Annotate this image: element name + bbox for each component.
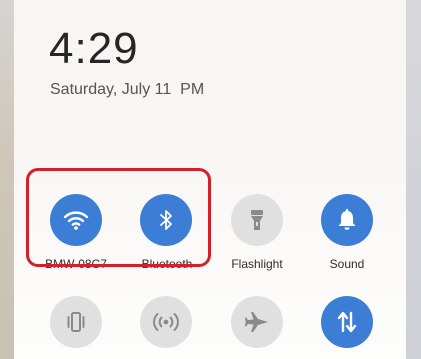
sound-toggle[interactable] — [321, 194, 373, 246]
clock-time: 4:29 — [49, 24, 139, 73]
flashlight-toggle[interactable] — [231, 194, 283, 246]
hotspot-icon — [152, 311, 180, 333]
date-text: Saturday, July 11 PM — [50, 81, 205, 98]
mobile-data-toggle[interactable] — [321, 296, 373, 348]
sound-label: Sound — [329, 257, 365, 271]
flashlight-label: Flashlight — [231, 257, 283, 271]
highlight-box — [26, 168, 211, 267]
right-frame-edge — [406, 0, 421, 359]
bell-icon — [336, 208, 358, 232]
flashlight-icon — [248, 208, 266, 232]
vibrate-icon — [63, 311, 89, 333]
mobile-data-icon — [336, 310, 358, 334]
hotspot-toggle[interactable] — [140, 296, 192, 348]
airplane-toggle[interactable] — [231, 296, 283, 348]
left-frame-edge — [0, 0, 14, 359]
airplane-icon — [244, 310, 270, 334]
vibrate-toggle[interactable] — [50, 296, 102, 348]
